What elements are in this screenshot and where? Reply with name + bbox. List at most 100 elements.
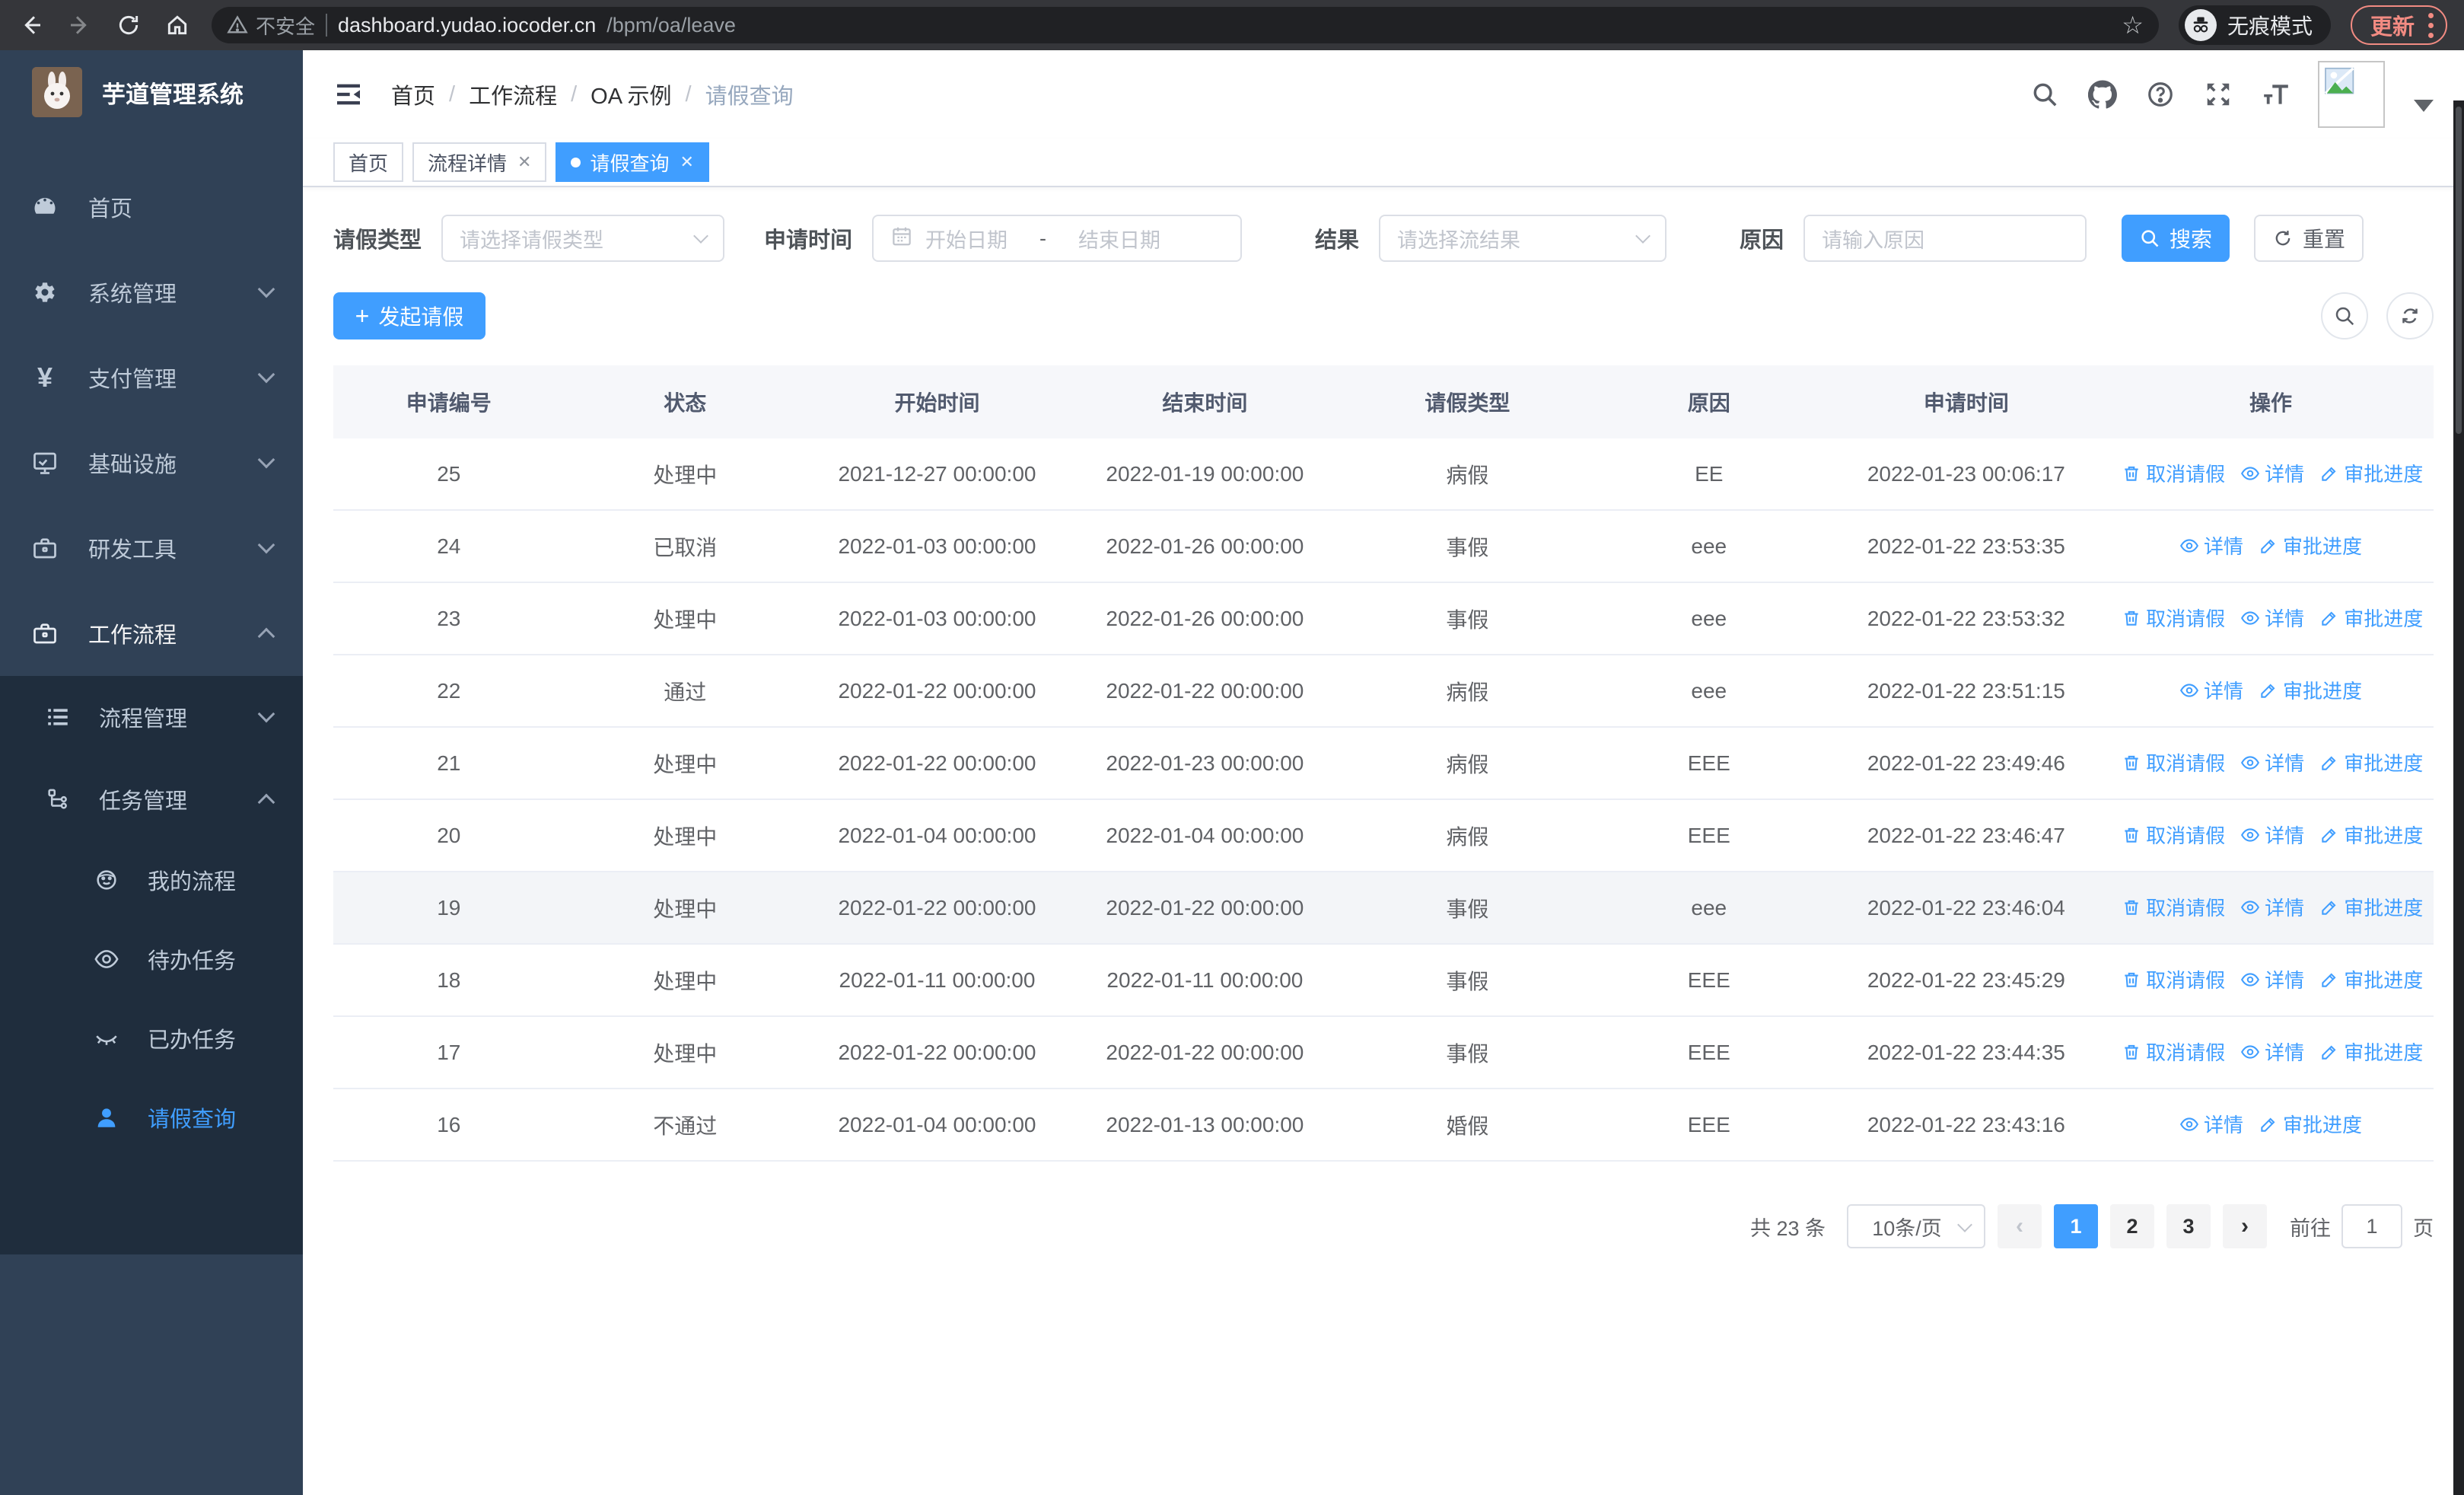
browser-scrollbar[interactable] — [2453, 100, 2464, 1495]
fullscreen-icon[interactable] — [2202, 78, 2234, 110]
create-leave-button[interactable]: + 发起请假 — [333, 292, 485, 339]
action-detail-link[interactable]: 详情 — [2240, 1038, 2304, 1066]
column-header: 开始时间 — [894, 391, 980, 415]
cell-start-time: 2022-01-22 00:00:00 — [838, 678, 1036, 703]
toggle-search-button[interactable] — [2321, 292, 2368, 339]
action-progress-link[interactable]: 审批进度 — [2319, 821, 2423, 849]
bookmark-star-icon[interactable]: ☆ — [2122, 11, 2144, 40]
result-select[interactable]: 请选择流结果 — [1379, 215, 1667, 262]
action-progress-link[interactable]: 审批进度 — [2259, 1110, 2362, 1138]
sidebar-item-process-mgmt[interactable]: 流程管理 — [0, 676, 303, 758]
goto-label: 前往 — [2290, 1216, 2331, 1240]
action-cancel-link[interactable]: 取消请假 — [2122, 821, 2225, 849]
cell-apply-time: 2022-01-22 23:49:46 — [1867, 751, 2065, 775]
action-detail-link[interactable]: 详情 — [2179, 1110, 2243, 1138]
flow-tree-icon — [44, 786, 72, 813]
toolbox-icon — [30, 534, 59, 563]
filter-form: 请假类型 请选择请假类型 申请时间 开始日期 - 结束日期 结果 请选择流结果 — [333, 215, 2434, 262]
avatar[interactable] — [2318, 61, 2385, 128]
action-progress-link[interactable]: 审批进度 — [2259, 676, 2362, 704]
sidebar-item-task-mgmt[interactable]: 任务管理 — [0, 758, 303, 840]
sidebar-item-payment[interactable]: ¥ 支付管理 — [0, 335, 303, 420]
action-cancel-link[interactable]: 取消请假 — [2122, 965, 2225, 993]
cell-actions: 详情 审批进度 — [2108, 676, 2434, 706]
reload-icon[interactable] — [114, 11, 143, 40]
breadcrumb-item-current: 请假查询 — [705, 84, 794, 109]
forward-icon[interactable] — [65, 11, 94, 40]
sidebar-item-system[interactable]: 系统管理 — [0, 250, 303, 335]
action-detail-link[interactable]: 详情 — [2240, 748, 2304, 776]
page-button-2[interactable]: 2 — [2110, 1204, 2154, 1248]
action-detail-link[interactable]: 详情 — [2240, 459, 2304, 487]
logo-row[interactable]: 芋道管理系统 — [0, 50, 303, 134]
prev-page-button[interactable]: ‹ — [1998, 1204, 2042, 1248]
next-page-button[interactable]: › — [2223, 1204, 2267, 1248]
action-progress-link[interactable]: 审批进度 — [2319, 965, 2423, 993]
update-label: 更新 — [2370, 15, 2415, 40]
action-progress-link[interactable]: 审批进度 — [2319, 459, 2423, 487]
page-button-3[interactable]: 3 — [2166, 1204, 2211, 1248]
home-icon[interactable] — [163, 11, 192, 40]
action-detail-link[interactable]: 详情 — [2240, 604, 2304, 632]
tab-process-detail[interactable]: 流程详情 ✕ — [412, 142, 547, 182]
breadcrumb-item[interactable]: 工作流程 — [469, 78, 557, 110]
url-path: /bpm/oa/leave — [606, 13, 736, 37]
security-chip[interactable]: 不安全 — [227, 11, 315, 40]
cell-actions: 取消请假 详情 审批进度 — [2108, 1038, 2434, 1067]
action-cancel-link[interactable]: 取消请假 — [2122, 893, 2225, 921]
reason-input[interactable]: 请输入原因 — [1803, 215, 2087, 262]
update-button[interactable]: 更新 — [2350, 5, 2447, 45]
tab-close-icon[interactable]: ✕ — [680, 152, 693, 172]
sidebar-fold-icon[interactable] — [333, 79, 364, 110]
action-progress-link[interactable]: 审批进度 — [2319, 604, 2423, 632]
action-detail-link[interactable]: 详情 — [2240, 893, 2304, 921]
tab-home[interactable]: 首页 — [333, 142, 404, 182]
action-progress-link[interactable]: 审批进度 — [2319, 748, 2423, 776]
action-cancel-link[interactable]: 取消请假 — [2122, 748, 2225, 776]
action-progress-link[interactable]: 审批进度 — [2319, 893, 2423, 921]
search-icon[interactable] — [2029, 78, 2061, 110]
action-detail-link[interactable]: 详情 — [2240, 965, 2304, 993]
table-row: 23 处理中 2022-01-03 00:00:00 2022-01-26 00:00… — [333, 583, 2434, 655]
reset-button[interactable]: 重置 — [2254, 215, 2364, 262]
action-cancel-link[interactable]: 取消请假 — [2122, 459, 2225, 487]
tab-close-icon[interactable]: ✕ — [517, 152, 531, 172]
action-cancel-link[interactable]: 取消请假 — [2122, 604, 2225, 632]
browser-menu-icon[interactable] — [2428, 12, 2434, 38]
breadcrumb-item[interactable]: OA 示例 — [591, 78, 671, 110]
page-button-1[interactable]: 1 — [2054, 1204, 2098, 1248]
sidebar-item-leave-query[interactable]: 请假查询 — [0, 1078, 303, 1157]
action-progress-link[interactable]: 审批进度 — [2259, 531, 2362, 559]
action-cancel-link[interactable]: 取消请假 — [2122, 1038, 2225, 1066]
url-bar[interactable]: 不安全 dashboard.yudao.iocoder.cn/bpm/oa/le… — [212, 7, 2159, 43]
tab-leave-query[interactable]: 请假查询 ✕ — [556, 142, 709, 182]
refresh-button[interactable] — [2386, 292, 2434, 339]
back-icon[interactable] — [17, 11, 46, 40]
cell-leave-type: 事假 — [1446, 607, 1489, 632]
action-detail-link[interactable]: 详情 — [2179, 531, 2243, 559]
cell-start-time: 2022-01-03 00:00:00 — [838, 534, 1036, 558]
sidebar-item-workflow[interactable]: 工作流程 — [0, 591, 303, 676]
avatar-caret-icon[interactable] — [2414, 100, 2434, 112]
action-detail-link[interactable]: 详情 — [2179, 676, 2243, 704]
leave-type-select[interactable]: 请选择请假类型 — [441, 215, 725, 262]
sidebar-item-infra[interactable]: 基础设施 — [0, 420, 303, 505]
sidebar-item-todo-tasks[interactable]: 待办任务 — [0, 920, 303, 999]
sidebar-item-done-tasks[interactable]: 已办任务 — [0, 999, 303, 1078]
goto-page-input[interactable]: 1 — [2341, 1204, 2402, 1248]
page-size-select[interactable]: 10条/页 — [1847, 1204, 1985, 1248]
sidebar-item-home[interactable]: 首页 — [0, 164, 303, 250]
action-progress-link[interactable]: 审批进度 — [2319, 1038, 2423, 1066]
sidebar-item-my-process[interactable]: 我的流程 — [0, 840, 303, 920]
browser-toolbar: 不安全 dashboard.yudao.iocoder.cn/bpm/oa/le… — [0, 0, 2464, 50]
action-detail-link[interactable]: 详情 — [2240, 821, 2304, 849]
apply-time-range-picker[interactable]: 开始日期 - 结束日期 — [872, 215, 1243, 262]
url-host: dashboard.yudao.iocoder.cn — [338, 13, 597, 37]
help-icon[interactable] — [2144, 78, 2176, 110]
font-size-icon[interactable] — [2260, 78, 2292, 110]
search-button[interactable]: 搜索 — [2122, 215, 2230, 262]
sidebar-item-devtools[interactable]: 研发工具 — [0, 505, 303, 591]
github-icon[interactable] — [2087, 78, 2119, 110]
app-logo — [32, 67, 82, 117]
breadcrumb-item[interactable]: 首页 — [391, 78, 435, 110]
